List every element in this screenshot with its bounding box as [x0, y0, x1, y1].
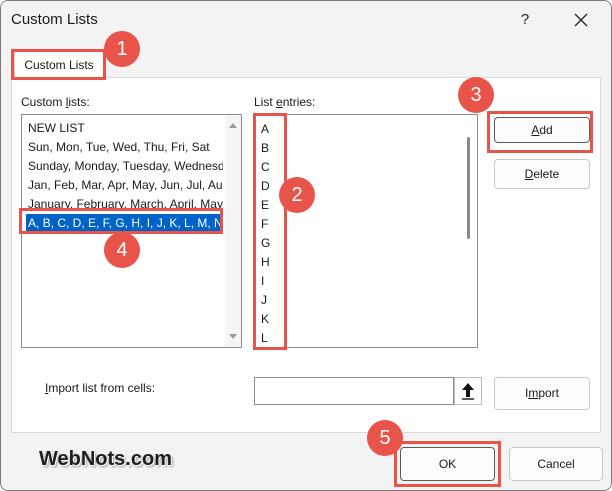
list-entry-line: G	[261, 236, 271, 250]
import-label: Import list from cells:	[45, 381, 155, 395]
list-entries-label-post: ntries:	[282, 95, 316, 109]
list-entry-line: K	[261, 312, 270, 326]
import-label-post: mport list from cells:	[48, 381, 156, 395]
list-entry-line: B	[261, 141, 270, 155]
list-entries-label: List entries:	[254, 95, 315, 109]
import-button-accel: m	[528, 386, 539, 400]
list-entries-items: ABCDEFGHIJKL	[259, 120, 459, 347]
list-entry-line: J	[261, 293, 267, 307]
window-title: Custom Lists	[11, 11, 98, 28]
list-entry-line: A	[261, 122, 270, 136]
scroll-up-icon[interactable]	[229, 123, 237, 128]
custom-lists-label: Custom lists:	[21, 95, 90, 109]
list-entries-label-accel: e	[276, 95, 283, 109]
custom-list-item[interactable]: Jan, Feb, Mar, Apr, May, Jun, Jul, Aug	[26, 176, 223, 195]
close-button[interactable]	[561, 7, 601, 33]
list-entry-line: L	[261, 331, 268, 345]
ok-button[interactable]: OK	[400, 447, 495, 481]
add-button-label: dd	[539, 123, 553, 137]
scroll-down-icon[interactable]	[229, 334, 237, 339]
list-entries-scrollbar[interactable]	[461, 115, 477, 347]
list-entries-scroll-thumb[interactable]	[467, 137, 470, 239]
annotation-badge-4: 4	[104, 232, 140, 268]
arrow-up-icon	[462, 383, 474, 400]
annotation-badge-1: 1	[104, 31, 140, 67]
title-bar: Custom Lists ?	[1, 1, 611, 39]
delete-button-label: elete	[533, 167, 560, 181]
custom-lists-items: NEW LIST Sun, Mon, Tue, Wed, Thu, Fri, Sa…	[26, 119, 223, 233]
custom-lists-scrollbar[interactable]	[225, 115, 241, 347]
close-icon	[574, 13, 588, 27]
list-entries-textbox[interactable]: ABCDEFGHIJKL	[254, 114, 478, 348]
custom-list-item[interactable]: Sunday, Monday, Tuesday, Wednesday	[26, 157, 223, 176]
collapse-dialog-button[interactable]	[454, 377, 482, 405]
add-button[interactable]: Add	[494, 117, 590, 143]
delete-button[interactable]: Delete	[494, 159, 590, 189]
custom-lists-listbox[interactable]: NEW LIST Sun, Mon, Tue, Wed, Thu, Fri, Sa…	[21, 114, 242, 348]
import-range-input[interactable]	[254, 377, 454, 405]
annotation-badge-5: 5	[367, 420, 403, 456]
list-entry-line: H	[261, 255, 270, 269]
watermark: WebNots.com	[39, 448, 172, 470]
custom-lists-dialog: Custom Lists ? Custom Lists Custom lists…	[0, 0, 612, 491]
delete-button-accel: D	[524, 167, 534, 181]
list-entry-line: F	[261, 217, 269, 231]
list-entries-label-pre: List	[254, 95, 277, 109]
custom-list-item[interactable]: NEW LIST	[26, 119, 223, 138]
help-button[interactable]: ?	[505, 7, 545, 33]
cancel-button[interactable]: Cancel	[509, 447, 603, 481]
annotation-badge-3: 3	[458, 77, 494, 113]
custom-list-item[interactable]: January, February, March, April, May	[26, 195, 223, 214]
custom-list-item[interactable]: Sun, Mon, Tue, Wed, Thu, Fri, Sat	[26, 138, 223, 157]
import-button[interactable]: Import	[494, 377, 590, 410]
custom-lists-label-pre: Custom	[21, 95, 66, 109]
custom-lists-label-post: ists:	[68, 95, 90, 109]
tab-custom-lists[interactable]: Custom Lists	[14, 51, 104, 77]
list-entry-line: C	[261, 160, 270, 174]
annotation-badge-2: 2	[279, 177, 315, 213]
import-button-label: port	[538, 386, 560, 400]
custom-list-item[interactable]: A, B, C, D, E, F, G, H, I, J, K, L, M, N	[26, 214, 223, 233]
list-entry-line: I	[261, 274, 265, 288]
